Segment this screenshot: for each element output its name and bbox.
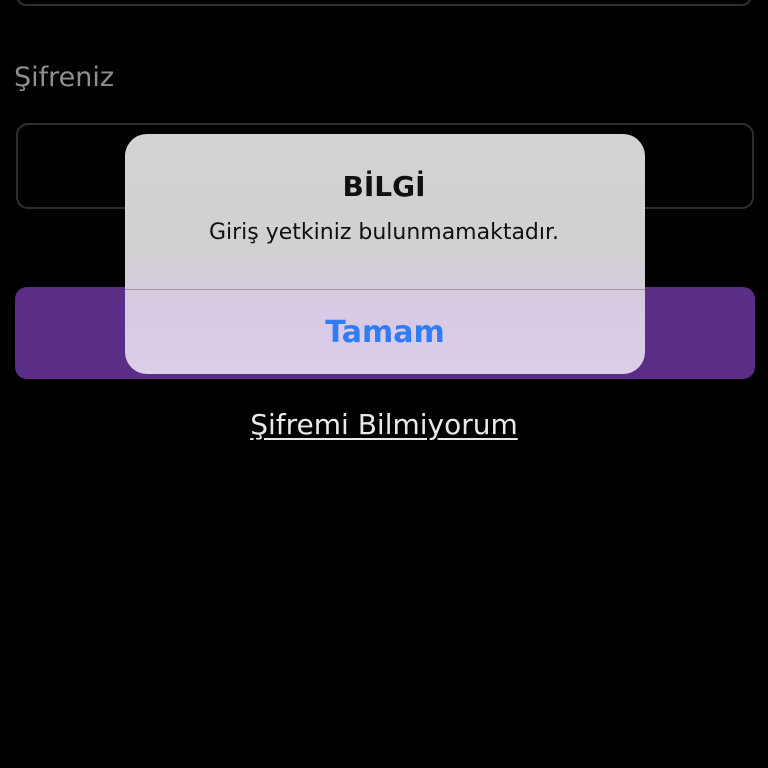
alert-ok-button[interactable]: Tamam — [125, 290, 645, 374]
alert-overlay: BİLGİ Giriş yetkiniz bulunmamaktadır. Ta… — [0, 0, 768, 768]
alert-message: Giriş yetkiniz bulunmamaktadır. — [208, 220, 560, 245]
alert-title: BİLGİ — [342, 170, 426, 203]
